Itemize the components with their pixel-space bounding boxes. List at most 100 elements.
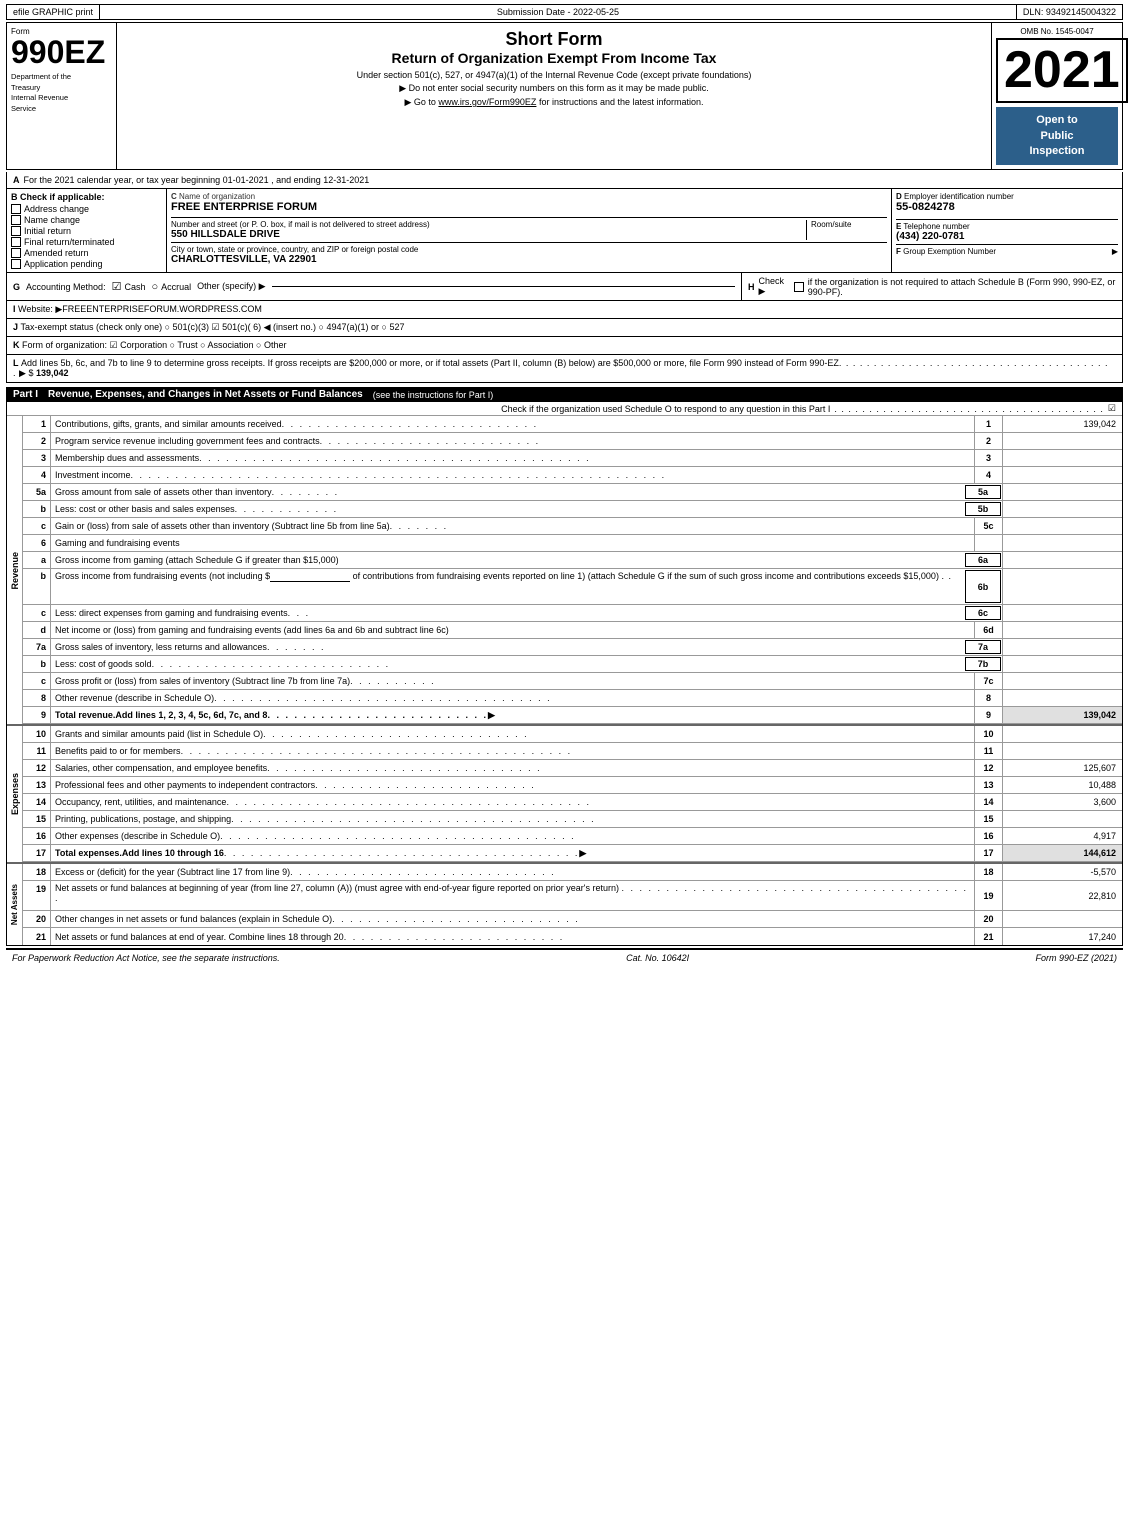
line-7a-desc: Gross sales of inventory, less returns a… [51, 639, 964, 655]
line-17-row: 17 Total expenses. Add lines 10 through … [23, 845, 1122, 862]
line-17-value: 144,612 [1002, 845, 1122, 861]
line-4-row: 4 Investment income . . . . . . . . . . … [23, 467, 1122, 484]
line-17-num: 17 [23, 845, 51, 861]
line-7c-row: c Gross profit or (loss) from sales of i… [23, 673, 1122, 690]
line-5c-row: c Gain or (loss) from sale of assets oth… [23, 518, 1122, 535]
line-16-value: 4,917 [1002, 828, 1122, 844]
address-change-checkbox[interactable] [11, 204, 21, 214]
line-5c-value [1002, 518, 1122, 534]
line-11-num: 11 [23, 743, 51, 759]
h-checkbox[interactable] [794, 282, 804, 292]
address-change-label: Address change [24, 204, 89, 214]
line-16-num: 16 [23, 828, 51, 844]
line-7c-desc: Gross profit or (loss) from sales of inv… [51, 673, 974, 689]
addr-value: 550 HILLSDALE DRIVE [171, 229, 802, 240]
line-5b-ref: 5b [965, 502, 1001, 516]
line-6-row: 6 Gaming and fundraising events [23, 535, 1122, 552]
app-pending-checkbox[interactable] [11, 259, 21, 269]
line-14-ref-box: 14 [974, 794, 1002, 810]
expenses-lines: 10 Grants and similar amounts paid (list… [23, 726, 1122, 862]
line-7c-ref-box: 7c [974, 673, 1002, 689]
line-4-value [1002, 467, 1122, 483]
initial-return-label: Initial return [24, 226, 71, 236]
city-row: City or town, state or province, country… [171, 242, 887, 265]
section-a-text: For the 2021 calendar year, or tax year … [24, 175, 370, 185]
line-3-value [1002, 450, 1122, 466]
line-6a-num: a [23, 552, 51, 568]
expenses-side-col: Expenses [7, 726, 23, 862]
addr-field: Number and street (or P. O. box, if mail… [171, 220, 807, 240]
line-21-desc: Net assets or fund balances at end of ye… [51, 928, 974, 945]
e-label: E Telephone number [896, 222, 1118, 231]
open-to-public-badge: Open to Public Inspection [996, 107, 1118, 165]
line-6a-desc: Gross income from gaming (attach Schedul… [51, 552, 964, 568]
line-4-num: 4 [23, 467, 51, 483]
phone-value: (434) 220-0781 [896, 231, 1118, 242]
line-6d-desc: Net income or (loss) from gaming and fun… [51, 622, 974, 638]
line-6-ref-box [974, 535, 1002, 551]
line-7b-value [1002, 656, 1122, 672]
form-desc1: Under section 501(c), 527, or 4947(a)(1)… [127, 70, 981, 80]
line-20-num: 20 [23, 911, 51, 927]
line-12-ref-box: 12 [974, 760, 1002, 776]
final-return-checkbox[interactable] [11, 237, 21, 247]
initial-return-checkbox[interactable] [11, 226, 21, 236]
line-2-desc: Program service revenue including govern… [51, 433, 974, 449]
line-6c-value [1002, 605, 1122, 621]
line-3-num: 3 [23, 450, 51, 466]
line-5b-desc: Less: cost or other basis and sales expe… [51, 501, 964, 517]
line-7c-value [1002, 673, 1122, 689]
line-13-num: 13 [23, 777, 51, 793]
form-number: 990EZ [11, 36, 112, 68]
addr-row: Number and street (or P. O. box, if mail… [171, 217, 887, 240]
org-name: FREE ENTERPRISE FORUM [171, 201, 887, 213]
expenses-section: Expenses 10 Grants and similar amounts p… [7, 724, 1122, 862]
checkbox-initial-return: Initial return [11, 226, 162, 236]
final-return-label: Final return/terminated [24, 237, 115, 247]
line-4-desc: Investment income . . . . . . . . . . . … [51, 467, 974, 483]
line-6-value [1002, 535, 1122, 551]
page: efile GRAPHIC print Submission Date - 20… [0, 0, 1129, 970]
line-11-row: 11 Benefits paid to or for members . . .… [23, 743, 1122, 760]
app-pending-label: Application pending [24, 259, 103, 269]
omb-number: OMB No. 1545-0047 [996, 27, 1118, 36]
amended-checkbox[interactable] [11, 248, 21, 258]
line-3-ref-box: 3 [974, 450, 1002, 466]
line-13-value: 10,488 [1002, 777, 1122, 793]
line-6a-ref: 6a [965, 553, 1001, 567]
line-13-ref-box: 13 [974, 777, 1002, 793]
section-k-row: K Form of organization: ☑ Corporation ○ … [6, 337, 1123, 355]
net-assets-lines: 18 Excess or (deficit) for the year (Sub… [23, 864, 1122, 945]
line-21-value: 17,240 [1002, 928, 1122, 945]
line-6b-desc: Gross income from fundraising events (no… [51, 569, 964, 604]
line-9-desc: Total revenue. Add lines 1, 2, 3, 4, 5c,… [51, 707, 974, 723]
gh-row: G Accounting Method: ☑ Cash ○ Accrual Ot… [6, 273, 1123, 301]
footer-right: Form 990-EZ (2021) [1035, 953, 1117, 963]
section-a-label: A [13, 175, 20, 185]
name-change-checkbox[interactable] [11, 215, 21, 225]
line-19-value: 22,810 [1002, 881, 1122, 910]
city-value: CHARLOTTESVILLE, VA 22901 [171, 254, 887, 265]
line-7b-ref: 7b [965, 657, 1001, 671]
line-17-ref-box: 17 [974, 845, 1002, 861]
line-14-value: 3,600 [1002, 794, 1122, 810]
line-18-desc: Excess or (deficit) for the year (Subtra… [51, 864, 974, 880]
line-2-value [1002, 433, 1122, 449]
line-20-value [1002, 911, 1122, 927]
line-15-desc: Printing, publications, postage, and shi… [51, 811, 974, 827]
accrual-option: ○ Accrual [151, 281, 191, 293]
year-box: 2021 [996, 38, 1128, 103]
footer-center: Cat. No. 10642I [626, 953, 689, 963]
section-c-col: C Name of organization FREE ENTERPRISE F… [167, 189, 892, 272]
dept-info: Department of the Treasury Internal Reve… [11, 72, 112, 114]
checkbox-name-change: Name change [11, 215, 162, 225]
irs-link[interactable]: www.irs.gov/Form990EZ [438, 97, 536, 107]
line-9-ref-box: 9 [974, 707, 1002, 723]
section-d-col: D Employer identification number 55-0824… [892, 189, 1122, 272]
section-j-row: J Tax-exempt status (check only one) ○ 5… [6, 319, 1123, 337]
line-12-num: 12 [23, 760, 51, 776]
section-a-row: A For the 2021 calendar year, or tax yea… [6, 172, 1123, 189]
line-7b-num: b [23, 656, 51, 672]
line-14-desc: Occupancy, rent, utilities, and maintena… [51, 794, 974, 810]
line-5b-row: b Less: cost or other basis and sales ex… [23, 501, 1122, 518]
